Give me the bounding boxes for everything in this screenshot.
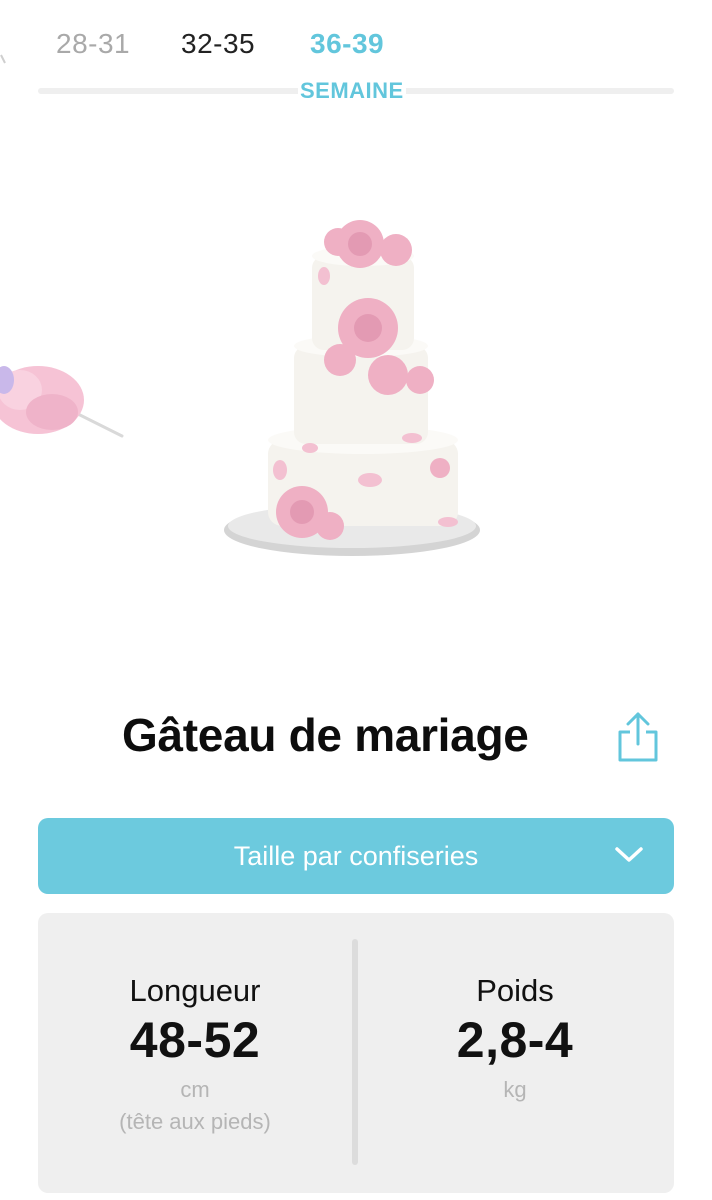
week-selector: 28-31 32-35 36-39 SEMAINE <box>0 22 712 132</box>
week-tab-36-39[interactable]: 36-39 <box>310 28 384 60</box>
dropdown-label: Taille par confiseries <box>233 841 479 871</box>
share-icon[interactable] <box>614 710 662 764</box>
length-value: 48-52 <box>129 1012 261 1068</box>
weight-label: Poids <box>476 973 554 1008</box>
size-stats-card: Longueur 48-52 cm (tête aux pieds) Poids… <box>38 913 674 1193</box>
size-by-sweets-dropdown[interactable]: Taille par confiseries <box>38 818 674 894</box>
app-screen: 28-31 32-35 36-39 SEMAINE Gâteau de mari… <box>0 0 712 1200</box>
edge-fragment-icon <box>0 54 6 64</box>
item-title: Gâteau de mariage <box>122 709 529 761</box>
weight-stat: Poids 2,8-4 kg <box>358 973 672 1103</box>
wedding-cake-illustration <box>224 220 480 556</box>
chevron-down-icon <box>615 847 643 862</box>
length-label: Longueur <box>129 973 261 1008</box>
week-tab-32-35[interactable]: 32-35 <box>181 28 255 60</box>
weight-value: 2,8-4 <box>456 1012 574 1068</box>
length-note: (tête aux pieds) <box>119 1109 271 1134</box>
length-unit: cm <box>180 1077 210 1102</box>
length-stat: Longueur 48-52 cm (tête aux pieds) <box>38 973 352 1135</box>
week-caption: SEMAINE <box>298 78 406 104</box>
weight-unit: kg <box>503 1077 527 1102</box>
week-tab-28-31[interactable]: 28-31 <box>56 28 130 60</box>
cotton-candy-illustration <box>0 366 124 438</box>
